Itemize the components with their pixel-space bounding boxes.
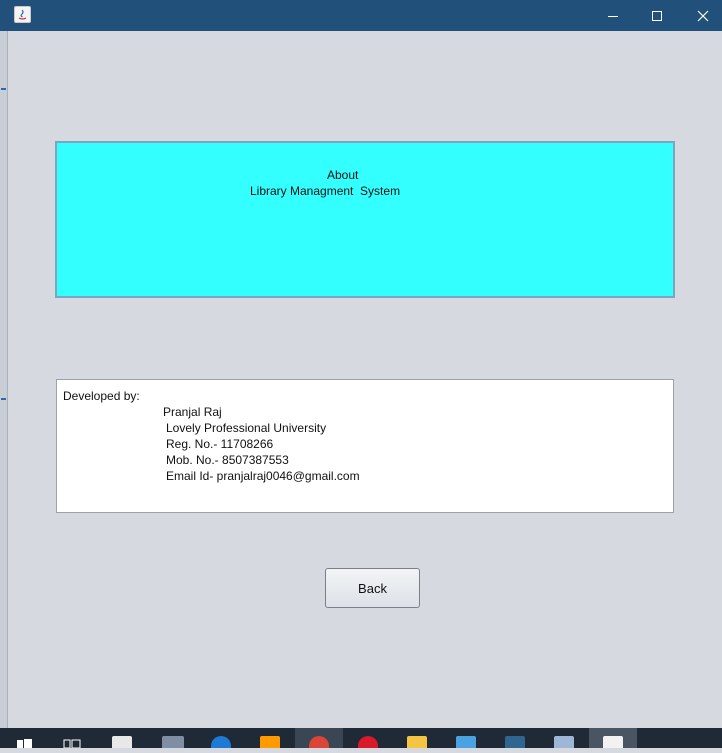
- minimize-button[interactable]: [590, 0, 636, 31]
- photos-icon[interactable]: [442, 728, 490, 748]
- background-window-edge: [0, 0, 8, 730]
- maximize-button[interactable]: [634, 0, 680, 31]
- developer-reg-no: Reg. No.- 11708266: [166, 437, 274, 451]
- window-titlebar[interactable]: [0, 0, 722, 31]
- background-window-mark: [1, 398, 6, 400]
- close-button[interactable]: [680, 0, 722, 31]
- windows-taskbar: [0, 728, 722, 749]
- virtualbox-icon[interactable]: [540, 728, 588, 748]
- file-explorer-icon[interactable]: [393, 728, 441, 748]
- back-button[interactable]: Back: [325, 568, 420, 608]
- developer-info-panel: Developed by: Pranjal Raj Lovely Profess…: [56, 379, 674, 513]
- about-header-panel: About Library Managment System: [55, 141, 675, 298]
- store-icon[interactable]: [98, 728, 146, 748]
- developer-name: Pranjal Raj: [163, 405, 222, 419]
- developer-email: Email Id- pranjalraj0046@gmail.com: [166, 469, 360, 483]
- app-name-label: Library Managment System: [250, 184, 401, 198]
- opera-icon[interactable]: [344, 728, 392, 748]
- java-icon[interactable]: [589, 728, 637, 748]
- minimize-icon: [608, 15, 618, 17]
- developer-mobile: Mob. No.- 8507387553: [166, 453, 289, 467]
- edge-icon[interactable]: [197, 728, 245, 748]
- task-view-icon[interactable]: [48, 728, 96, 749]
- mysql-workbench-icon[interactable]: [491, 728, 539, 748]
- chrome-icon[interactable]: [295, 728, 343, 748]
- windows-start-icon[interactable]: [0, 728, 48, 748]
- developed-by-label: Developed by:: [63, 389, 140, 403]
- maximize-icon: [652, 10, 662, 21]
- java-app-icon: [14, 6, 31, 23]
- close-icon: [697, 10, 709, 21]
- background-window-mark: [1, 88, 6, 90]
- dev-cpp-icon[interactable]: [148, 728, 196, 748]
- developer-university: Lovely Professional University: [166, 421, 327, 435]
- sublime-icon[interactable]: [246, 728, 294, 748]
- about-title: About: [327, 168, 359, 182]
